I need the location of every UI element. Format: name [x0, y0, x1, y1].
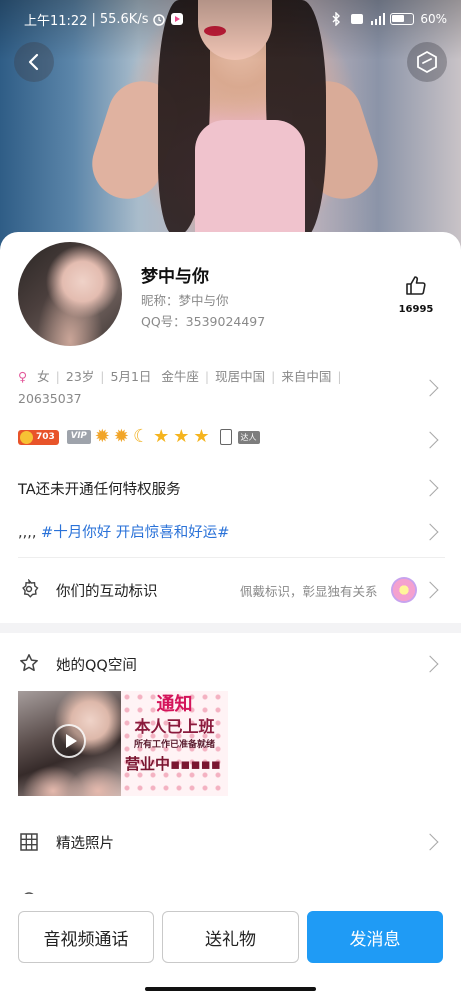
bluetooth-icon — [330, 11, 344, 27]
send-message-button[interactable]: 发消息 — [307, 911, 443, 963]
video-call-button[interactable]: 音视频通话 — [18, 911, 154, 963]
battery-level: 60% — [420, 12, 447, 26]
info-separator: | — [55, 369, 60, 384]
interaction-mark-hint: 佩戴标识，彰显独有关系 — [240, 584, 378, 599]
star-outline-icon — [18, 652, 40, 674]
notice-title: 通知 — [156, 694, 193, 715]
signal-icon — [370, 12, 386, 26]
like-count: 16995 — [398, 304, 434, 315]
profile-nickname: 昵称：梦中与你 — [141, 293, 229, 308]
vip-badge: VIP — [66, 430, 91, 444]
thumbs-up-icon — [406, 276, 426, 295]
like-button[interactable]: 16995 — [396, 274, 436, 315]
grid-icon — [18, 831, 40, 853]
status-divider: | — [91, 11, 96, 27]
star-level-icon: ★ — [173, 426, 190, 447]
info-residence: 现居中国 — [215, 369, 266, 384]
play-icon[interactable] — [52, 724, 86, 758]
info-separator: | — [271, 369, 276, 384]
back-arrow-icon — [28, 53, 39, 71]
info-birthday: 5月1日 — [110, 369, 152, 384]
info-gender: 女 — [37, 369, 50, 384]
signature-topic-tag[interactable]: #十月你好 开启惊喜和好运# — [41, 525, 229, 541]
profile-name: 梦中与你 — [141, 267, 209, 287]
status-bar: 上午11:22 | 55.6K/s 60% — [0, 0, 461, 38]
qzone-notice-image[interactable]: 通知 本人已上班 所有工作已准备就绪 营业中▪▪▪▪▪ — [121, 691, 228, 796]
alarm-icon — [152, 12, 166, 26]
app-notify-icon — [170, 12, 184, 26]
hd-icon — [350, 12, 364, 26]
qzone-label[interactable]: 她的QQ空间 — [56, 654, 137, 675]
privilege-status[interactable]: TA还未开通任何特权服务 — [18, 478, 181, 499]
info-separator: | — [337, 369, 342, 384]
featured-photos-label[interactable]: 精选照片 — [56, 832, 114, 853]
battery-icon — [390, 13, 415, 25]
moon-level-icon: ☾ — [132, 426, 150, 447]
more-options-button[interactable] — [407, 42, 447, 82]
female-icon: ♀ — [18, 369, 28, 384]
sun-level-icon: ✹ — [94, 426, 110, 447]
info-age: 23岁 — [65, 369, 95, 384]
signature-row[interactable]: ,,,, #十月你好 开启惊喜和好运# — [18, 521, 229, 542]
avatar[interactable] — [18, 242, 122, 346]
partial-next-row — [18, 884, 445, 894]
info-separator: | — [100, 369, 105, 384]
notice-line: 本人已上班 — [134, 717, 215, 736]
back-button[interactable] — [14, 42, 54, 82]
signature-text: ,,,, — [18, 525, 42, 541]
section-divider — [0, 623, 461, 633]
star-level-icon: ★ — [153, 426, 170, 447]
basic-info-row[interactable]: ♀ 女 | 23岁 | 5月1日 金牛座 | 现居中国 | 来自中国 | 20635037 — [18, 366, 418, 410]
divider — [18, 557, 445, 558]
star-level-icon: ★ — [193, 426, 210, 447]
home-indicator[interactable] — [145, 987, 316, 991]
coin-value: 703 — [36, 432, 55, 442]
notice-line: 所有工作已准备就绪 — [133, 740, 215, 750]
info-zodiac: 金牛座 — [161, 369, 199, 384]
cover-figure-dress — [195, 120, 305, 240]
hexagon-menu-icon — [417, 50, 437, 74]
info-extra: 20635037 — [18, 391, 82, 406]
talent-badge: 达人 — [237, 430, 260, 444]
interaction-mark-icon — [18, 578, 40, 600]
notice-line: 营业中▪▪▪▪▪ — [125, 755, 221, 773]
badges-row[interactable]: 703 VIP ✹ ✹ ☾ ★ ★ ★ 达人 — [18, 428, 260, 446]
flower-mark-icon — [391, 577, 417, 603]
coin-icon — [20, 430, 33, 444]
status-time: 上午11:22 — [24, 13, 88, 29]
profile-qq-number: QQ号：3539024497 — [141, 314, 266, 329]
status-net-speed: 55.6K/s — [99, 11, 149, 27]
send-gift-button[interactable]: 送礼物 — [162, 911, 299, 963]
coin-badge: 703 — [18, 429, 59, 445]
sun-level-icon: ✹ — [113, 426, 129, 447]
phone-badge-icon — [219, 429, 232, 445]
info-separator: | — [204, 369, 210, 384]
interaction-mark-label[interactable]: 你们的互动标识 — [56, 580, 158, 601]
info-hometown: 来自中国 — [281, 369, 332, 384]
